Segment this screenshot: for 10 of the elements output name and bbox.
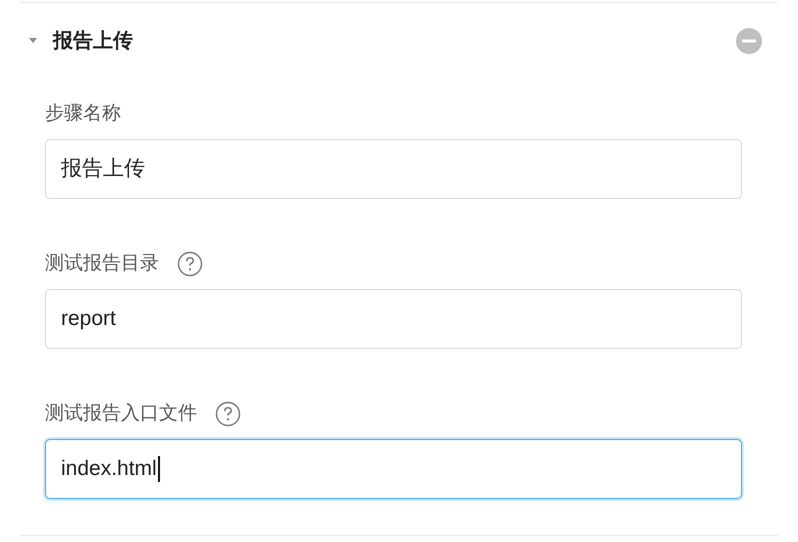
field-label: 测试报告入口文件 xyxy=(45,402,197,426)
help-icon[interactable] xyxy=(177,251,203,277)
caret-icon[interactable] xyxy=(28,38,38,44)
input-field[interactable]: index.html xyxy=(45,439,742,499)
field-label: 测试报告目录 xyxy=(45,252,159,276)
input-field[interactable]: report xyxy=(45,289,742,349)
field-label: 步骤名称 xyxy=(45,102,121,126)
section-title: 报告上传 xyxy=(53,29,134,54)
help-icon[interactable] xyxy=(215,401,241,427)
input-field[interactable]: 报告上传 xyxy=(45,139,742,199)
